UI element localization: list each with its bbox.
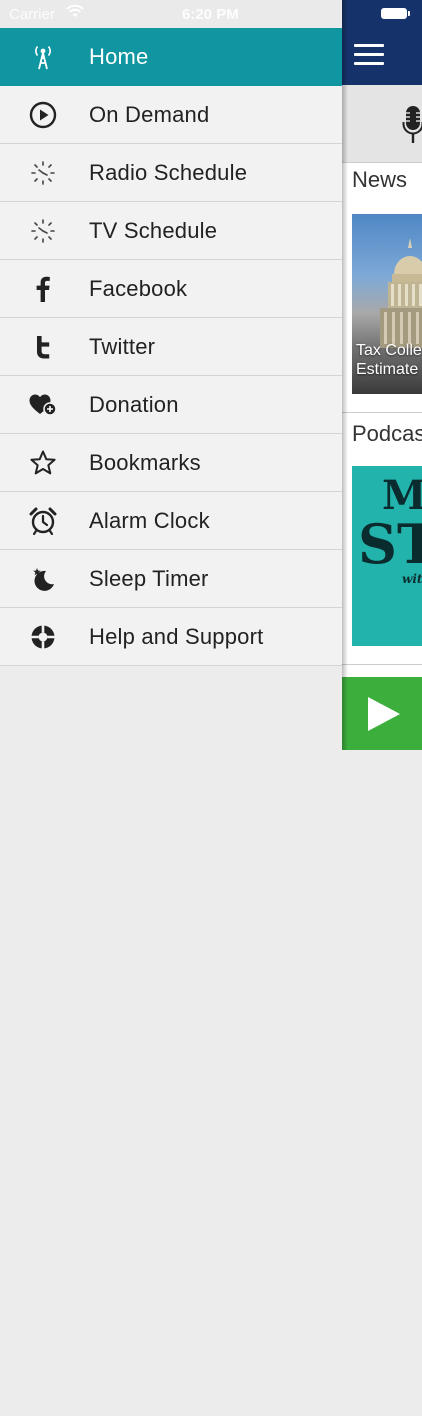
news-caption-line: Estimate (356, 361, 419, 378)
main-content: News Tax Colle Estimate Podcas M ST wit (342, 0, 422, 750)
podcast-section-title: Podcas (352, 421, 422, 446)
main-header (342, 28, 422, 85)
menu-item-home[interactable]: Home (0, 28, 342, 86)
radio-tower-icon (26, 40, 60, 74)
lifebuoy-icon (26, 620, 60, 654)
podcast-art-text: ST (358, 512, 422, 576)
side-drawer: Home On Demand Radio Schedule TV Schedul… (0, 0, 343, 1416)
moon-star-icon (26, 562, 60, 596)
menu-item-label: Facebook (89, 275, 188, 301)
battery-icon (381, 8, 410, 19)
podcast-art-text: M (382, 472, 422, 519)
menu-item-donation[interactable]: Donation (0, 376, 342, 434)
news-caption-line: Tax Colle (356, 342, 422, 359)
clock-icon (26, 214, 60, 248)
menu-item-label: Home (89, 43, 149, 69)
clock-icon (26, 156, 60, 190)
play-icon (368, 696, 400, 731)
status-bar: Carrier 6:20 PM (0, 0, 342, 28)
microphone-icon (402, 106, 422, 143)
menu-item-label: Sleep Timer (89, 565, 209, 591)
star-icon (26, 446, 60, 480)
heart-plus-icon (26, 388, 60, 422)
podcast-art-text: wit (402, 572, 422, 586)
news-card[interactable]: Tax Colle Estimate (352, 214, 422, 394)
divider (342, 664, 422, 665)
menu-item-alarm-clock[interactable]: Alarm Clock (0, 492, 342, 550)
menu-item-help-and-support[interactable]: Help and Support (0, 608, 342, 666)
news-section-title: News (352, 167, 408, 192)
menu-item-facebook[interactable]: Facebook (0, 260, 342, 318)
play-button[interactable] (342, 677, 422, 750)
divider (342, 412, 422, 413)
hamburger-menu-icon[interactable] (354, 44, 384, 68)
menu-item-label: On Demand (89, 101, 210, 127)
menu-item-label: Twitter (89, 333, 156, 359)
alarm-clock-icon (26, 504, 60, 538)
podcast-artwork: M ST wit (358, 472, 422, 587)
menu-item-label: Help and Support (89, 623, 264, 649)
menu-item-tv-schedule[interactable]: TV Schedule (0, 202, 342, 260)
drawer-empty-area (0, 666, 342, 1416)
facebook-icon (26, 272, 60, 306)
main-status-bar (342, 0, 422, 28)
status-time: 6:20 PM (182, 6, 239, 23)
carrier-label: Carrier (9, 6, 55, 23)
podcast-card[interactable]: M ST wit (352, 466, 422, 646)
menu-item-label: TV Schedule (89, 217, 218, 243)
menu-item-label: Donation (89, 391, 179, 417)
menu-item-twitter[interactable]: Twitter (0, 318, 342, 376)
menu-item-label: Alarm Clock (89, 507, 210, 533)
news-caption: Tax Colle Estimate (356, 341, 422, 379)
menu-item-sleep-timer[interactable]: Sleep Timer (0, 550, 342, 608)
wifi-icon (66, 4, 84, 23)
menu-item-radio-schedule[interactable]: Radio Schedule (0, 144, 342, 202)
mic-bar[interactable] (342, 85, 422, 163)
menu-item-label: Radio Schedule (89, 159, 248, 185)
menu-item-label: Bookmarks (89, 449, 201, 475)
menu-item-on-demand[interactable]: On Demand (0, 86, 342, 144)
play-circle-icon (26, 98, 60, 132)
menu-item-bookmarks[interactable]: Bookmarks (0, 434, 342, 492)
twitter-icon (26, 330, 60, 364)
